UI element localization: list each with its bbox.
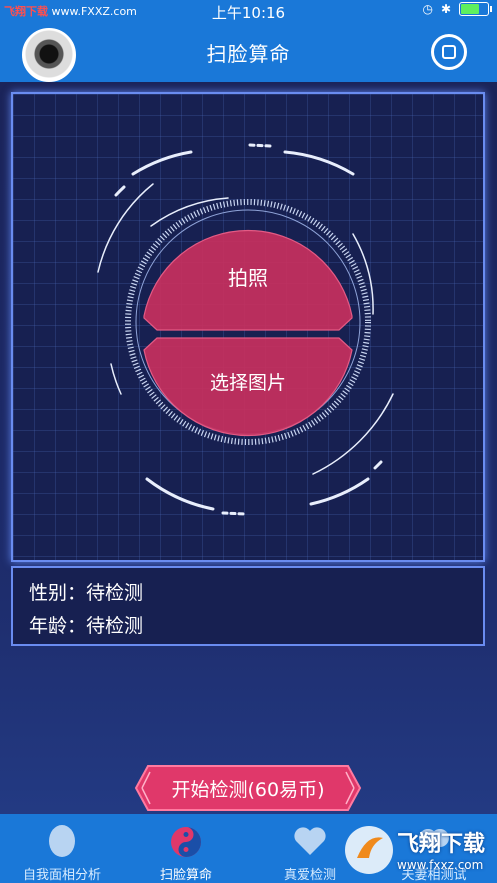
status-icons: ◷ ✱: [422, 2, 492, 16]
battery-icon: [459, 2, 492, 16]
orientation-lock-icon: ◷: [422, 2, 433, 16]
yin-yang-icon: [171, 827, 201, 857]
tab-self-face-analysis[interactable]: 自我面相分析: [0, 814, 124, 883]
age-value: 待检测: [86, 615, 144, 637]
gender-value: 待检测: [86, 582, 144, 604]
age-label: 年龄：: [29, 615, 87, 637]
bluetooth-icon: ✱: [440, 2, 451, 16]
page-title: 扫脸算命: [206, 42, 291, 66]
age-row: 年龄：待检测: [29, 611, 143, 638]
main-content: 拍照 选择图片 性别：待检测 年龄：待检测 开始检测(60易币): [0, 82, 497, 814]
start-detection-button[interactable]: 开始检测(60易币): [134, 764, 362, 812]
choose-image-label: 选择图片: [209, 372, 286, 394]
gender-row: 性别：待检测: [29, 578, 143, 605]
status-bar: 飞翔下载 www.FXXZ.com 上午10:16 ◷ ✱: [0, 0, 497, 22]
watermark-logo-icon: [345, 826, 393, 874]
watermark-site: www.fxxz.com: [397, 858, 484, 872]
nav-bar: 扫脸算命: [0, 22, 497, 82]
corner-watermark: 飞翔下载 www.fxxz.com: [343, 820, 491, 880]
menu-button[interactable]: [431, 34, 467, 70]
start-detection-label: 开始检测(60易币): [171, 779, 325, 801]
tab-label: 扫脸算命: [159, 868, 212, 883]
take-photo-label: 拍照: [228, 266, 268, 290]
tab-scan-fortune[interactable]: 扫脸算命: [124, 814, 248, 883]
heart-icon: [294, 827, 326, 855]
watermark-title: 飞翔下载: [397, 832, 486, 857]
result-panel: 性别：待检测 年龄：待检测: [11, 566, 485, 646]
scan-panel: 拍照 选择图片: [11, 92, 485, 562]
face-icon: [49, 825, 75, 857]
gender-label: 性别：: [29, 582, 87, 604]
tab-label: 自我面相分析: [22, 868, 101, 883]
